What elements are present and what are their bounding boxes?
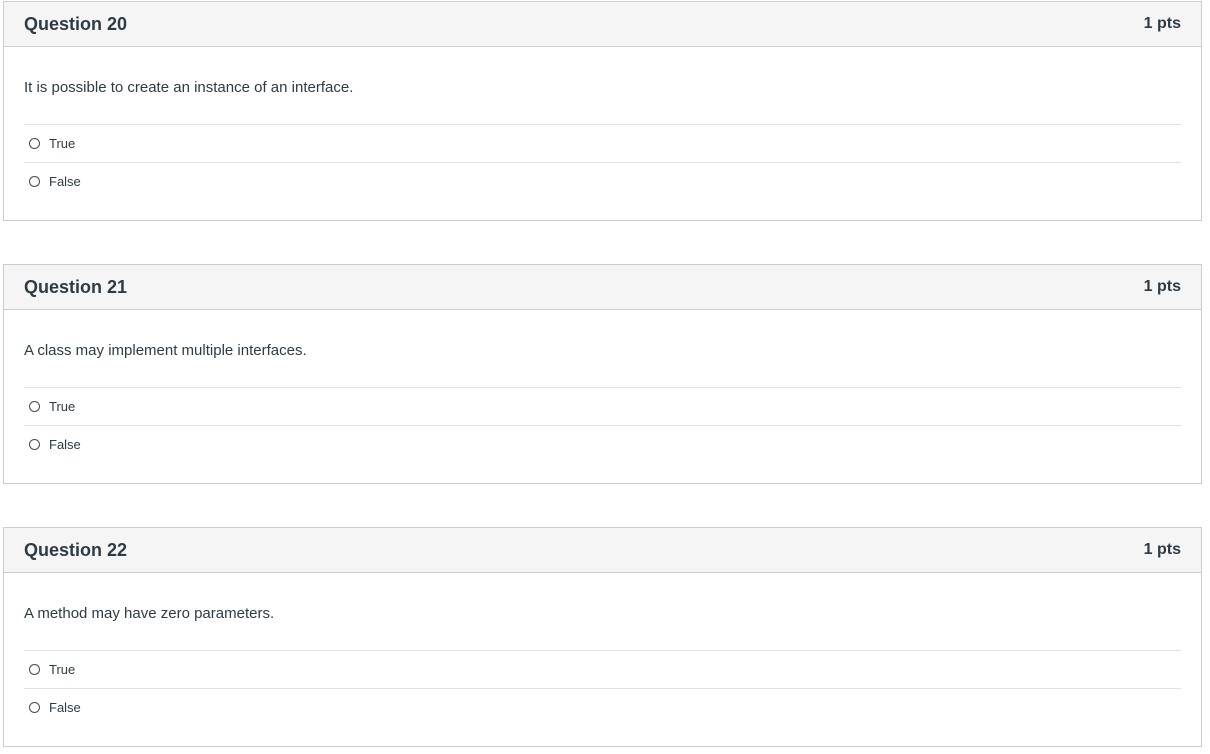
question-text: It is possible to create an instance of … — [24, 79, 354, 96]
question-header: Question 20 1 pts — [4, 2, 1201, 47]
radio-button[interactable] — [29, 138, 40, 149]
answer-label[interactable]: True — [49, 136, 75, 151]
question-body: It is possible to create an instance of … — [4, 47, 1201, 200]
answer-option-true[interactable]: True — [24, 124, 1181, 162]
question-text: A method may have zero parameters. — [24, 605, 275, 622]
answer-option-true[interactable]: True — [24, 650, 1181, 688]
radio-button[interactable] — [29, 176, 40, 187]
question-points: 1 pts — [1143, 278, 1181, 295]
radio-button[interactable] — [29, 664, 40, 675]
question-title: Question 20 — [24, 13, 128, 34]
radio-button[interactable] — [29, 401, 40, 412]
question-header: Question 21 1 pts — [4, 265, 1201, 310]
question-title: Question 21 — [24, 276, 128, 297]
question-card-20: Question 20 1 pts It is possible to crea… — [3, 1, 1202, 221]
question-card-21: Question 21 1 pts A class may implement … — [3, 264, 1202, 484]
question-points: 1 pts — [1143, 15, 1181, 32]
answer-option-false[interactable]: False — [24, 162, 1181, 200]
question-points: 1 pts — [1143, 541, 1181, 558]
answer-option-true[interactable]: True — [24, 387, 1181, 425]
question-card-22: Question 22 1 pts A method may have zero… — [3, 527, 1202, 747]
question-text: A class may implement multiple interface… — [24, 342, 307, 359]
answer-option-false[interactable]: False — [24, 688, 1181, 726]
answer-label[interactable]: True — [49, 399, 75, 414]
answer-option-false[interactable]: False — [24, 425, 1181, 463]
radio-button[interactable] — [29, 439, 40, 450]
answer-label[interactable]: False — [49, 437, 81, 452]
answer-label[interactable]: False — [49, 174, 81, 189]
radio-button[interactable] — [29, 702, 40, 713]
question-header: Question 22 1 pts — [4, 528, 1201, 573]
answer-label[interactable]: True — [49, 662, 75, 677]
question-title: Question 22 — [24, 539, 128, 560]
question-body: A method may have zero parameters. True … — [4, 573, 1201, 726]
answer-label[interactable]: False — [49, 700, 81, 715]
question-body: A class may implement multiple interface… — [4, 310, 1201, 463]
